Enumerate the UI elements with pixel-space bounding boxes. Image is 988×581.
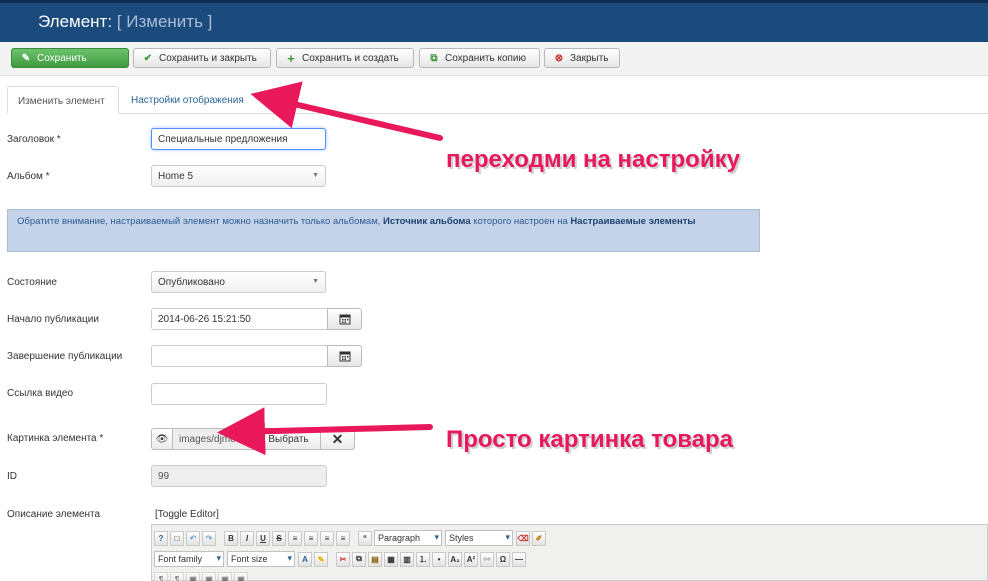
annotation-arrows xyxy=(217,81,443,456)
annotation-picture: Просто картинка товара xyxy=(446,426,733,453)
arrow-to-settings-tab xyxy=(250,81,443,141)
annotation-settings: переходми на настройку xyxy=(446,146,740,173)
arrow-to-image-field xyxy=(217,407,433,456)
